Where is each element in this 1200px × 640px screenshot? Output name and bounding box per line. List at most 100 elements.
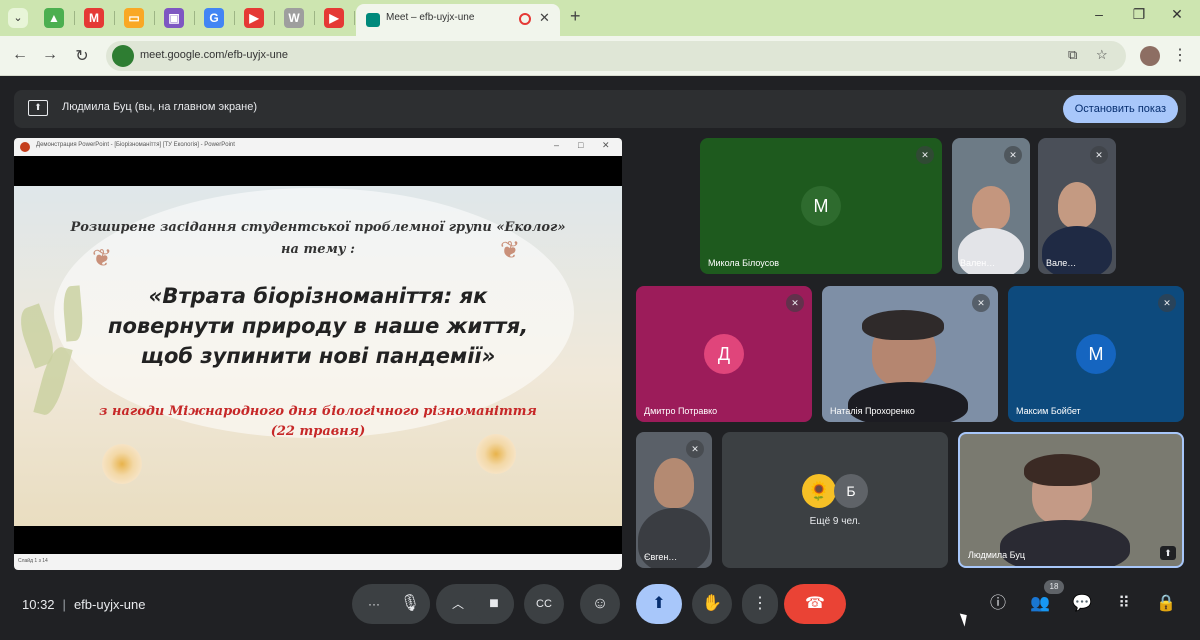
mic-button[interactable]: 🎙 <box>390 584 430 624</box>
forward-button[interactable]: → <box>40 46 60 64</box>
address-bar[interactable]: meet.google.com/efb-uyjx-une ⧉ ☆ <box>106 41 1126 71</box>
classroom-icon[interactable]: ▣ <box>164 8 184 28</box>
participant-tile[interactable]: Д ✕ Дмитро Потравко <box>636 286 812 422</box>
participant-tile[interactable]: М ✕ Максим Бойбет <box>1008 286 1184 422</box>
others-tile[interactable]: 🌻 Б Ещё 9 чел. <box>722 432 948 568</box>
participant-name: Людмила Буц <box>968 550 1026 560</box>
participant-video <box>1000 520 1130 566</box>
tab-separator <box>274 11 275 25</box>
audio-options-button[interactable]: ··· <box>354 584 394 624</box>
slide-occasion-line1: з нагоди Міжнародного дня біологічного р… <box>99 404 537 419</box>
meeting-details-button[interactable]: ⓘ <box>978 584 1018 624</box>
presenting-banner: ⬆ Людмила Буц (вы, на главном экране) Ос… <box>14 90 1186 128</box>
participant-video <box>862 310 944 340</box>
video-options-button[interactable]: ︿ <box>438 584 478 624</box>
present-screen-icon: ⬆ <box>1160 546 1176 560</box>
ppt-minimize-icon: – <box>554 140 560 150</box>
ppt-maximize-icon: □ <box>578 140 584 150</box>
sunflower-avatar: 🌻 <box>802 474 836 508</box>
bookmark-star-icon[interactable]: ☆ <box>1096 47 1108 63</box>
participant-video <box>972 186 1010 230</box>
site-info-icon[interactable] <box>112 45 134 67</box>
youtube-icon[interactable]: ▶ <box>244 8 264 28</box>
mic-off-icon: ✕ <box>1004 146 1022 164</box>
chat-button[interactable]: 💬 <box>1062 584 1102 624</box>
captions-button[interactable]: CC <box>524 584 564 624</box>
tab-separator <box>154 11 155 25</box>
present-now-button[interactable]: ⬆ <box>636 584 682 624</box>
flower-decoration <box>476 434 516 474</box>
participant-video <box>1058 182 1096 228</box>
gmail-icon[interactable]: M <box>84 8 104 28</box>
stop-presenting-button[interactable]: Остановить показ <box>1062 95 1178 123</box>
participant-name: Максим Бойбет <box>1016 406 1081 416</box>
google-icon[interactable]: G <box>204 8 224 28</box>
slide-subtitle-line2: на тему : <box>281 242 355 257</box>
participant-tile[interactable]: ✕ Вален… <box>952 138 1030 274</box>
participant-tile[interactable]: ✕ Вале… <box>1038 138 1116 274</box>
profile-avatar[interactable] <box>1140 46 1160 66</box>
mic-off-icon: ✕ <box>972 294 990 312</box>
emoji-reactions-button[interactable]: ☺ <box>580 584 620 624</box>
raise-hand-button[interactable]: ✋ <box>692 584 732 624</box>
minimize-button[interactable]: – <box>1084 6 1114 22</box>
self-tile[interactable]: Людмила Буц ⬆ <box>958 432 1184 568</box>
meeting-info-separator: | <box>62 597 66 612</box>
slide-title-line1: «Втрата біорізноманіття: як <box>148 284 488 308</box>
active-tab-title: Meet – efb-uyjx-une <box>386 12 475 23</box>
mic-off-icon: ✕ <box>1158 294 1176 312</box>
participant-video <box>848 382 968 422</box>
reload-button[interactable]: ↻ <box>72 46 92 66</box>
mic-off-icon: ✕ <box>916 146 934 164</box>
slide-title-line2: повернути природу в наше життя, <box>107 314 529 338</box>
slide-subtitle-line1: Розширене засідання студентської проблем… <box>70 220 566 235</box>
wikipedia-icon[interactable]: W <box>284 8 304 28</box>
powerpoint-title-bar: Демонстрация PowerPoint - [Біорізноманіт… <box>14 138 622 156</box>
window-close-button[interactable]: ✕ <box>1162 6 1192 23</box>
present-screen-icon: ⬆ <box>28 100 48 116</box>
slide-title-line3: щоб зупинити нові пандемії» <box>140 344 496 368</box>
participant-name: Євген… <box>644 552 678 562</box>
browser-menu-icon[interactable]: ⋮ <box>1172 45 1188 65</box>
meet-icon <box>366 13 380 27</box>
ppt-close-icon: ✕ <box>602 140 610 150</box>
tab-separator <box>314 11 315 25</box>
meeting-time: 10:32 <box>22 597 55 612</box>
translate-icon[interactable]: ⧉ <box>1068 47 1077 63</box>
shared-screen: Демонстрация PowerPoint - [Біорізноманіт… <box>14 138 622 570</box>
browser-toolbar: ← → ↻ meet.google.com/efb-uyjx-une ⧉ ☆ ⋮ <box>0 36 1200 76</box>
participant-tile[interactable]: М ✕ Микола Білоусов <box>700 138 942 274</box>
tab-separator <box>194 11 195 25</box>
drive-icon[interactable]: ▲ <box>44 8 64 28</box>
slides-icon[interactable]: ▭ <box>124 8 144 28</box>
back-button[interactable]: ← <box>10 46 30 64</box>
tab-search-chevron-icon[interactable]: ⌄ <box>8 8 28 28</box>
new-tab-button[interactable]: + <box>570 6 581 27</box>
participant-name: Наталія Прохоренко <box>830 406 915 416</box>
camera-button[interactable]: ■ <box>474 584 514 624</box>
participant-name: Вале… <box>1046 258 1077 268</box>
slide-occasion-line2: (22 травня) <box>270 424 366 439</box>
participant-tile[interactable]: ✕ Наталія Прохоренко <box>822 286 998 422</box>
leave-call-button[interactable]: ☎ <box>784 584 846 624</box>
participant-tile[interactable]: ✕ Євген… <box>636 432 712 568</box>
youtube-icon[interactable]: ▶ <box>324 8 344 28</box>
tab-close-icon[interactable]: ✕ <box>539 10 550 26</box>
participant-avatar: М <box>801 186 841 226</box>
mic-off-icon: ✕ <box>1090 146 1108 164</box>
participant-avatar: М <box>1076 334 1116 374</box>
participant-name: Дмитро Потравко <box>644 406 718 416</box>
active-tab[interactable]: Meet – efb-uyjx-une ✕ <box>356 4 560 36</box>
mic-off-icon: ✕ <box>686 440 704 458</box>
host-controls-button[interactable]: 🔒 <box>1146 584 1186 624</box>
participant-count-badge: 18 <box>1044 580 1064 594</box>
powerpoint-icon <box>20 142 30 152</box>
others-count-text: Ещё 9 чел. <box>809 516 861 527</box>
maximize-button[interactable]: ❐ <box>1124 6 1154 23</box>
participant-avatar: Б <box>834 474 868 508</box>
more-options-button[interactable]: ⋮ <box>742 584 778 624</box>
activities-button[interactable]: ⠿ <box>1104 584 1144 624</box>
participant-video <box>1024 454 1100 486</box>
flower-decoration <box>102 444 142 484</box>
tab-separator <box>234 11 235 25</box>
